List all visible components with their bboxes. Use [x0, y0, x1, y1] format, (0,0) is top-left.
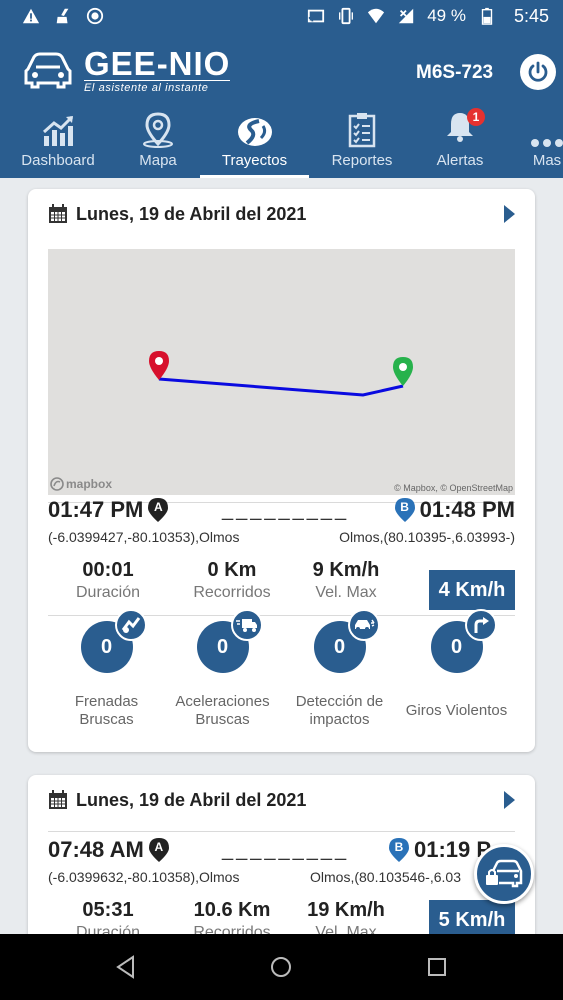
tab-label: Mas	[532, 152, 562, 169]
tab-label: Mapa	[139, 152, 177, 169]
marker-b-icon: B	[388, 837, 410, 863]
chart-icon	[42, 115, 74, 146]
recents-icon[interactable]	[424, 954, 450, 980]
trip-date: Lunes, 19 de Abril del 2021	[76, 203, 307, 224]
avg-speed-badge: 5 Km/h	[429, 900, 515, 934]
tab-alertas[interactable]: 1 Alertas	[426, 108, 494, 178]
end-coords: Olmos,(80.10395-,6.03993-)	[339, 529, 515, 545]
trip-header: Lunes, 19 de Abril del 2021	[48, 787, 515, 813]
truck-icon	[235, 619, 257, 632]
cast-icon	[308, 9, 325, 23]
battery-percent: 49 %	[427, 6, 466, 25]
vehicle-lock-button[interactable]	[474, 844, 534, 904]
app-logo: GEE-NIO El asistente al instante	[22, 45, 231, 94]
cleaner-icon	[56, 8, 69, 24]
trip-list[interactable]: Lunes, 19 de Abril del 2021 mapbox © Map…	[0, 178, 563, 934]
time-separator: _________	[222, 839, 350, 861]
avg-speed-badge: 4 Km/h	[429, 570, 515, 610]
tab-mas[interactable]: Mas	[522, 110, 563, 178]
warning-icon	[22, 8, 40, 24]
power-icon	[528, 61, 548, 82]
signal-off-icon	[399, 8, 414, 24]
brake-icon	[121, 617, 140, 633]
metric-distance: 10.6 Km Recorridos	[193, 899, 271, 934]
metric-duration: 05:31 Duración	[75, 899, 141, 934]
divider	[48, 831, 515, 832]
start-time: 07:48 AM	[48, 837, 144, 862]
event-hard-acceleration: 0 Aceleraciones Bruscas	[164, 609, 281, 729]
start-coords: (-6.0399427,-80.10353),Olmos	[48, 529, 240, 545]
status-bar: 49 % 5:45	[0, 0, 563, 32]
start-pin-icon	[149, 351, 169, 380]
app-tagline: El asistente al instante	[84, 80, 231, 94]
locked-car-icon	[486, 859, 523, 888]
marker-a-icon: A	[147, 497, 169, 523]
trip-header: Lunes, 19 de Abril del 2021	[48, 201, 515, 227]
end-coords: Olmos,(80.103546-,6.03	[310, 869, 461, 885]
chevron-right-icon[interactable]	[503, 791, 515, 809]
car-logo-icon	[24, 52, 72, 89]
map-pin-icon	[143, 112, 173, 148]
trip-metrics: 05:31 Duración 10.6 Km Recorridos 19 Km/…	[48, 899, 515, 934]
trip-times: 01:47 PM A _________ B 01:48 PM	[48, 497, 515, 527]
power-button[interactable]	[520, 54, 556, 90]
trip-card[interactable]: Lunes, 19 de Abril del 2021 mapbox © Map…	[28, 189, 535, 752]
trip-date: Lunes, 19 de Abril del 2021	[76, 789, 307, 810]
event-violent-turns: 0 Giros Violentos	[398, 609, 515, 720]
clock: 5:45	[513, 5, 549, 26]
marker-a-icon: A	[148, 837, 170, 863]
marker-b-icon: B	[394, 497, 416, 523]
tab-bar: Dashboard Mapa Trayectos Reportes 1 Aler…	[0, 108, 563, 178]
turn-right-icon	[474, 617, 489, 633]
trip-metrics: 00:01 Duración 0 Km Recorridos 9 Km/h Ve…	[48, 559, 515, 610]
vibrate-icon	[339, 7, 354, 25]
metric-duration: 00:01 Duración	[75, 559, 141, 601]
time-separator: _________	[222, 499, 350, 521]
tab-label: Dashboard	[21, 152, 95, 169]
more-icon	[531, 139, 563, 147]
back-icon[interactable]	[113, 954, 139, 980]
start-time: 01:47 PM	[48, 497, 144, 522]
metric-max-speed: 19 Km/h Vel. Max	[307, 899, 385, 934]
route-line	[158, 377, 404, 397]
tab-reportes[interactable]: Reportes	[322, 110, 402, 178]
tab-trayectos[interactable]: Trayectos	[200, 110, 309, 178]
trip-map[interactable]: mapbox © Mapbox, © OpenStreetMap	[48, 249, 515, 495]
trip-times: 07:48 AM A _________ B 01:19 P	[48, 837, 515, 867]
mapbox-logo: mapbox	[50, 477, 112, 491]
end-pin-icon	[393, 357, 413, 386]
trip-card[interactable]: Lunes, 19 de Abril del 2021 07:48 AM A _…	[28, 775, 535, 934]
app-circle-icon	[86, 7, 104, 25]
app-header: GEE-NIO El asistente al instante M6S-723…	[0, 32, 563, 178]
vehicle-plate: M6S-723	[416, 62, 494, 83]
wifi-icon	[368, 8, 385, 24]
event-hard-braking: 0 Frenadas Bruscas	[48, 609, 165, 729]
mapbox-icon	[50, 477, 64, 491]
event-impact-detection: 0 Detección de impactos	[281, 609, 398, 729]
app-name: GEE-NIO	[84, 45, 231, 82]
alert-badge: 1	[467, 108, 485, 126]
report-icon	[348, 113, 376, 148]
tab-label: Reportes	[331, 152, 393, 169]
start-coords: (-6.0399632,-80.10358),Olmos	[48, 869, 240, 885]
map-attribution: © Mapbox, © OpenStreetMap	[394, 483, 513, 493]
tab-label: Alertas	[436, 152, 484, 169]
battery-icon	[481, 7, 493, 25]
car-crash-icon	[354, 619, 375, 631]
calendar-icon	[49, 204, 67, 223]
driving-events: 0 Frenadas Bruscas 0 Aceleraciones Bruscas…	[48, 609, 515, 741]
tab-mapa[interactable]: Mapa	[122, 110, 194, 178]
metric-max-speed: 9 Km/h Vel. Max	[312, 559, 380, 601]
tab-dashboard[interactable]: Dashboard	[12, 110, 104, 178]
home-icon[interactable]	[268, 954, 294, 980]
end-time: 01:48 PM	[419, 497, 515, 522]
chevron-right-icon[interactable]	[503, 205, 515, 223]
metric-distance: 0 Km Recorridos	[193, 559, 271, 601]
system-nav-bar	[0, 934, 563, 1000]
route-icon	[237, 118, 272, 146]
calendar-icon	[49, 790, 67, 809]
tab-label: Trayectos	[221, 152, 288, 169]
